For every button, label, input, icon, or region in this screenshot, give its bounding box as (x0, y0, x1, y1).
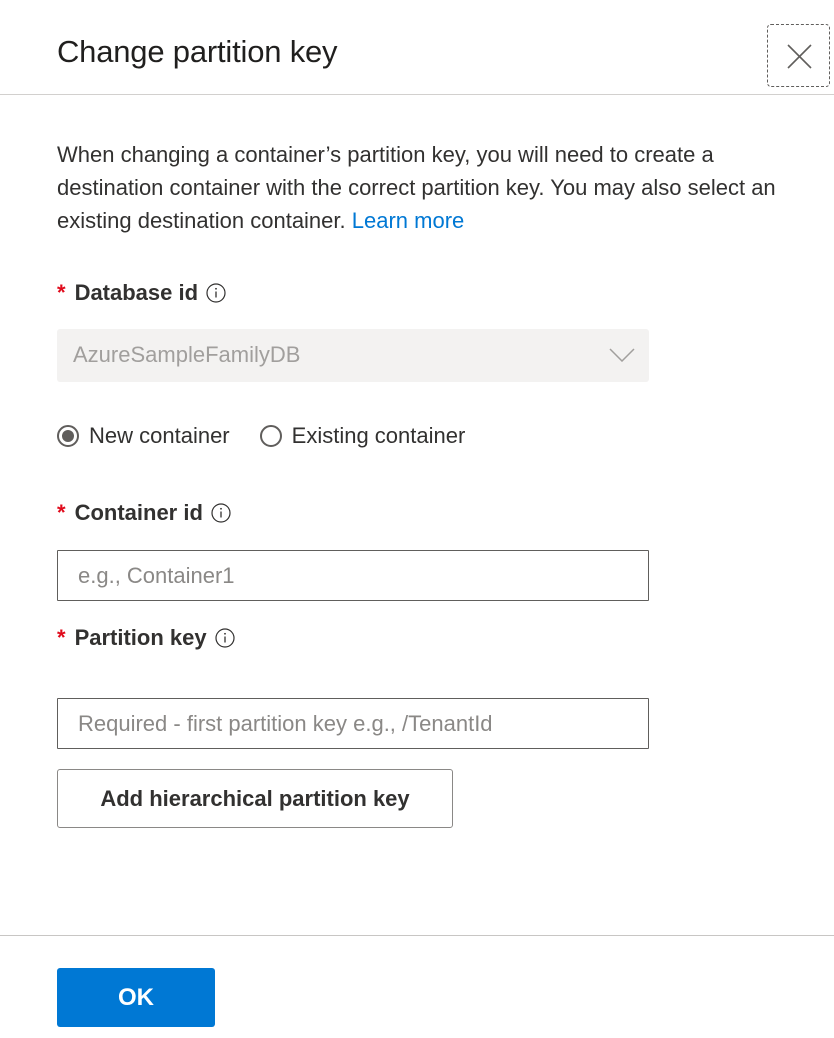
container-mode-radio-group: New container Existing container (57, 423, 495, 449)
radio-existing-container[interactable]: Existing container (259, 423, 466, 449)
radio-new-container[interactable]: New container (57, 423, 230, 449)
chevron-down-icon (609, 348, 635, 362)
footer-divider (0, 935, 834, 936)
close-button[interactable] (767, 24, 830, 87)
description-text: When changing a container’s partition ke… (57, 138, 787, 237)
database-id-value: AzureSampleFamilyDB (73, 342, 301, 367)
required-marker: * (57, 625, 66, 650)
database-id-label-text: Database id (74, 280, 199, 305)
radio-new-container-label: New container (89, 423, 230, 448)
ok-button[interactable]: OK (57, 968, 215, 1027)
radio-unchecked-icon[interactable] (259, 425, 282, 447)
radio-checked-icon[interactable] (57, 425, 79, 447)
info-icon[interactable] (215, 628, 235, 648)
container-id-input[interactable] (57, 550, 649, 601)
partition-key-input[interactable] (57, 698, 649, 749)
info-icon[interactable] (206, 283, 226, 303)
learn-more-link[interactable]: Learn more (352, 208, 465, 233)
database-id-label: * Database id (57, 280, 226, 306)
add-hierarchical-partition-key-button[interactable]: Add hierarchical partition key (57, 769, 453, 828)
partition-key-label-text: Partition key (74, 625, 207, 650)
container-id-label-text: Container id (74, 500, 203, 525)
required-marker: * (57, 280, 66, 305)
radio-existing-container-label: Existing container (291, 423, 466, 448)
close-icon (787, 44, 812, 69)
partition-key-label: * Partition key (57, 625, 235, 651)
database-id-dropdown: AzureSampleFamilyDB (57, 329, 649, 382)
info-icon[interactable] (211, 503, 231, 523)
dialog-header: Change partition key (0, 0, 834, 95)
required-marker: * (57, 500, 66, 525)
dialog-title: Change partition key (57, 34, 338, 69)
container-id-label: * Container id (57, 500, 231, 526)
